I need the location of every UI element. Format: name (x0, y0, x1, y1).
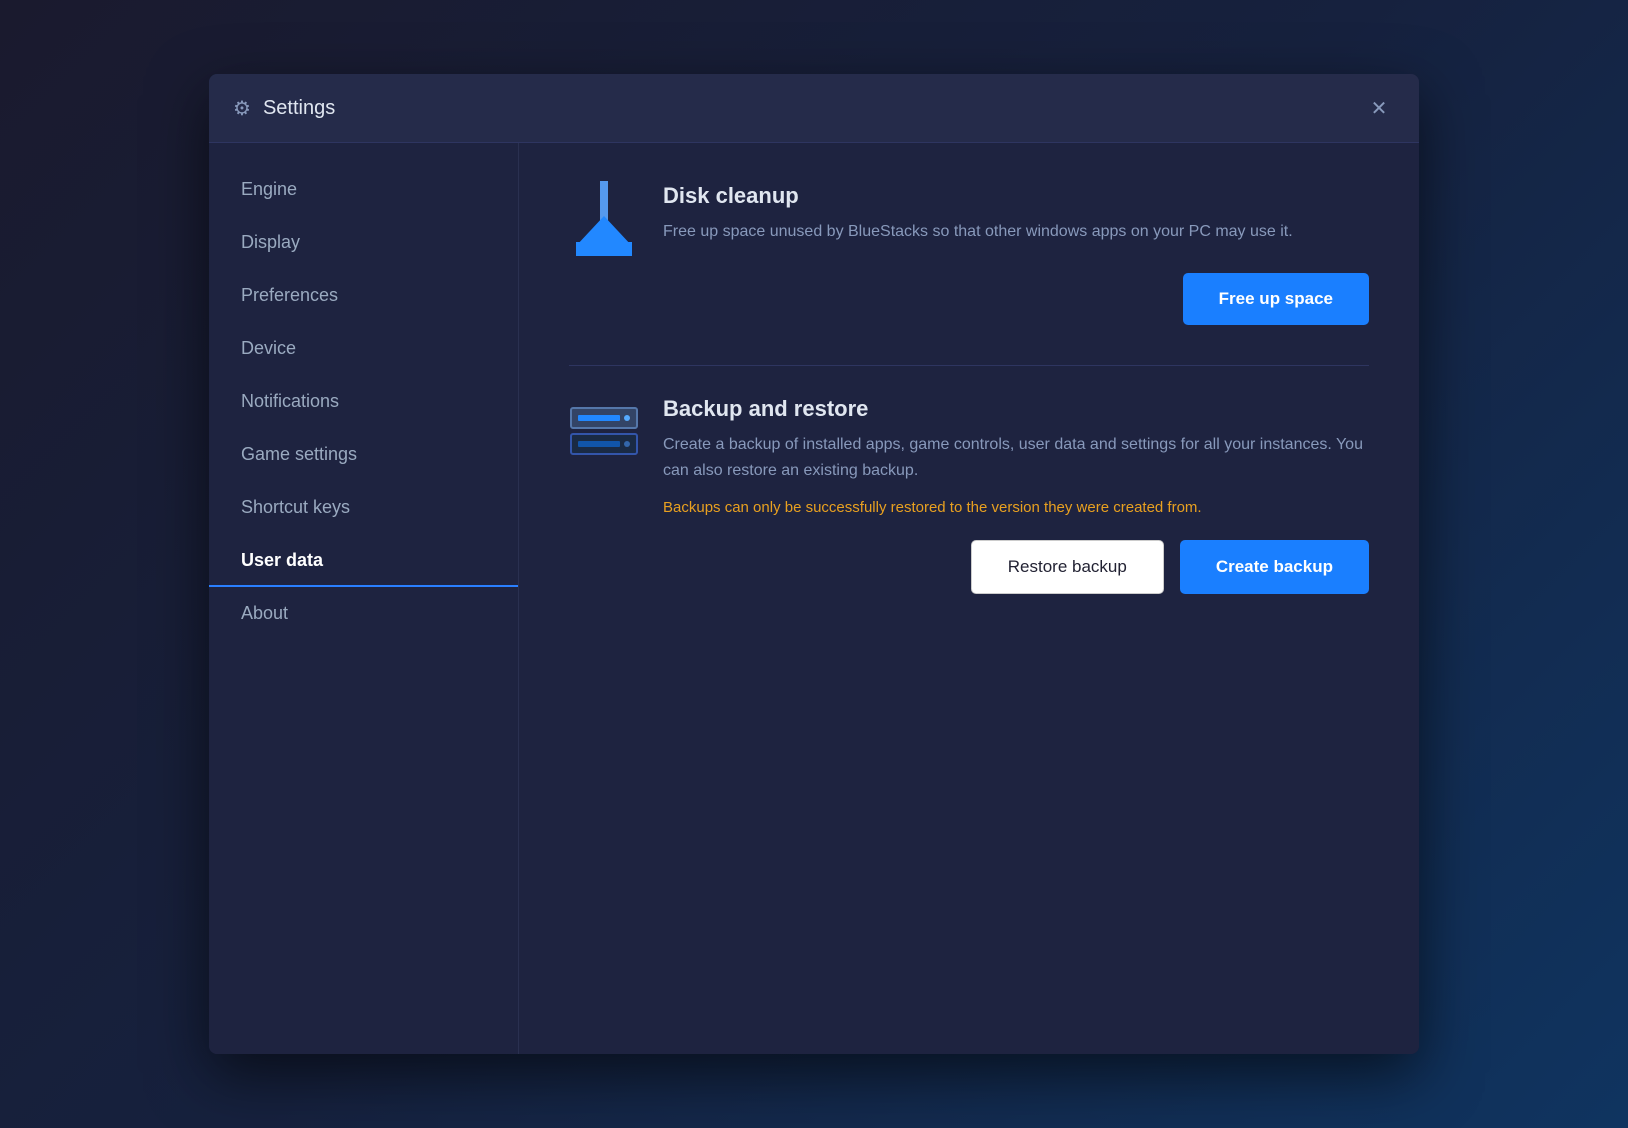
sidebar-item-preferences[interactable]: Preferences (209, 269, 518, 322)
disk-cleanup-icon (569, 183, 639, 253)
backup-restore-desc: Create a backup of installed apps, game … (663, 432, 1369, 483)
backup-warning: Backups can only be successfully restore… (663, 497, 1369, 520)
backup-restore-section: Backup and restore Create a backup of in… (569, 396, 1369, 594)
sidebar-item-display[interactable]: Display (209, 216, 518, 269)
sidebar-item-game-settings[interactable]: Game settings (209, 428, 518, 481)
sidebar: Engine Display Preferences Device Notifi… (209, 143, 519, 1054)
disk-cleanup-desc: Free up space unused by BlueStacks so th… (663, 219, 1369, 245)
sidebar-item-user-data[interactable]: User data (209, 534, 518, 587)
dialog-title: Settings (263, 97, 1351, 120)
free-up-space-button[interactable]: Free up space (1183, 273, 1369, 325)
sidebar-item-notifications[interactable]: Notifications (209, 375, 518, 428)
backup-restore-title: Backup and restore (663, 396, 1369, 422)
main-content: Disk cleanup Free up space unused by Blu… (519, 143, 1419, 1054)
sidebar-item-shortcut-keys[interactable]: Shortcut keys (209, 481, 518, 534)
backup-restore-icon (569, 396, 639, 466)
sidebar-item-about[interactable]: About (209, 587, 518, 640)
disk-cleanup-title: Disk cleanup (663, 183, 1369, 209)
sidebar-item-device[interactable]: Device (209, 322, 518, 375)
section-divider (569, 365, 1369, 366)
close-button[interactable]: ✕ (1363, 92, 1395, 124)
content-area: Engine Display Preferences Device Notifi… (209, 143, 1419, 1054)
sidebar-item-engine[interactable]: Engine (209, 163, 518, 216)
settings-dialog: ⚙ Settings ✕ Engine Display Preferences … (209, 74, 1419, 1054)
settings-icon: ⚙ (233, 96, 251, 121)
restore-backup-button[interactable]: Restore backup (971, 540, 1164, 594)
title-bar: ⚙ Settings ✕ (209, 74, 1419, 143)
disk-cleanup-section: Disk cleanup Free up space unused by Blu… (569, 183, 1369, 325)
create-backup-button[interactable]: Create backup (1180, 540, 1369, 594)
